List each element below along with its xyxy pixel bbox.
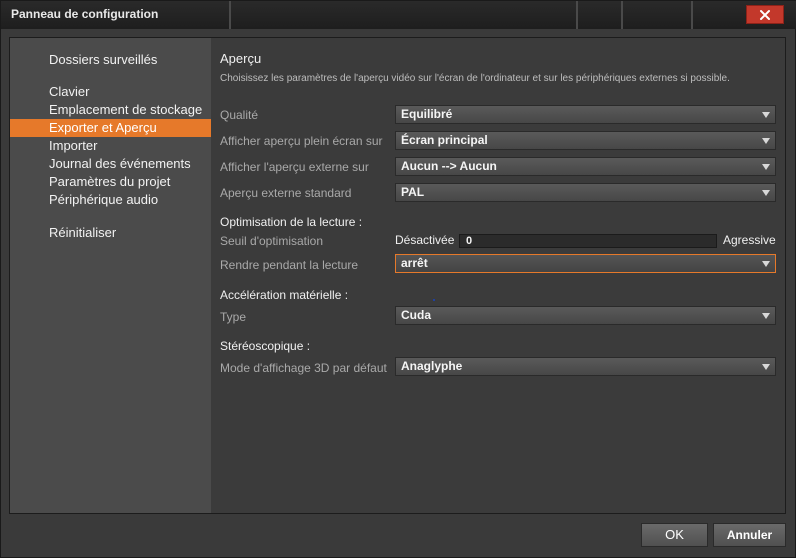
qualite-select[interactable]: Equilibré — [395, 105, 776, 124]
sidebar-item-parametres-projet[interactable]: Paramètres du projet — [10, 173, 211, 191]
type-label: Type — [220, 310, 247, 324]
sidebar: Dossiers surveillés Clavier Emplacement … — [10, 38, 211, 513]
apercu-externe-select[interactable]: Aucun --> Aucun — [395, 157, 776, 176]
title-bar-stripe — [229, 1, 231, 29]
title-bar-stripe — [576, 1, 578, 29]
chevron-down-icon — [762, 112, 770, 118]
plein-ecran-value: Écran principal — [401, 133, 488, 147]
type-select[interactable]: Cuda — [395, 306, 776, 325]
rendre-select[interactable]: arrêt — [395, 254, 776, 273]
cancel-button[interactable]: Annuler — [713, 523, 786, 547]
stray-pixel — [433, 299, 435, 301]
sidebar-item-emplacement[interactable]: Emplacement de stockage — [10, 101, 211, 119]
title-bar[interactable]: Panneau de configuration — [1, 1, 796, 29]
section-title: Aperçu — [220, 51, 262, 66]
chevron-down-icon — [762, 138, 770, 144]
qualite-label: Qualité — [220, 108, 259, 122]
plein-ecran-select[interactable]: Écran principal — [395, 131, 776, 150]
title-bar-stripe — [691, 1, 693, 29]
sidebar-item-dossiers[interactable]: Dossiers surveillés — [10, 51, 211, 69]
chevron-down-icon — [762, 364, 770, 370]
rendre-value: arrêt — [401, 256, 428, 270]
mode-3d-select[interactable]: Anaglyphe — [395, 357, 776, 376]
slider-value: 0 — [466, 235, 473, 247]
qualite-value: Equilibré — [401, 107, 453, 121]
rendre-label: Rendre pendant la lecture — [220, 258, 359, 272]
config-window: Panneau de configuration Dossiers survei… — [0, 0, 796, 558]
sidebar-item-exporter-apercu[interactable]: Exporter et Aperçu — [10, 119, 211, 137]
apercu-externe-value: Aucun --> Aucun — [401, 159, 497, 173]
optimisation-heading: Optimisation de la lecture : — [220, 215, 363, 229]
apercu-externe-label: Afficher l'aperçu externe sur — [220, 160, 369, 174]
chevron-down-icon — [762, 164, 770, 170]
plein-ecran-label: Afficher aperçu plein écran sur — [220, 134, 383, 148]
standard-value: PAL — [401, 185, 425, 199]
seuil-slider[interactable]: 0 — [459, 234, 717, 248]
sidebar-item-peripherique-audio[interactable]: Périphérique audio — [10, 191, 211, 209]
slider-min-label: Désactivée — [395, 233, 455, 247]
chevron-down-icon — [762, 313, 770, 319]
type-value: Cuda — [401, 308, 431, 322]
chevron-down-icon — [762, 261, 770, 267]
seuil-label: Seuil d'optimisation — [220, 234, 324, 248]
window-title: Panneau de configuration — [11, 7, 159, 21]
standard-select[interactable]: PAL — [395, 183, 776, 202]
sidebar-item-importer[interactable]: Importer — [10, 137, 211, 155]
sidebar-item-reinitialiser[interactable]: Réinitialiser — [10, 224, 211, 242]
slider-max-label: Agressive — [723, 233, 776, 247]
sidebar-item-journal[interactable]: Journal des événements — [10, 155, 211, 173]
section-description: Choisissez les paramètres de l'aperçu vi… — [220, 73, 730, 84]
chevron-down-icon — [762, 190, 770, 196]
mode-3d-value: Anaglyphe — [401, 359, 463, 373]
stereo-heading: Stéréoscopique : — [220, 339, 311, 353]
acceleration-heading: Accélération matérielle : — [220, 288, 349, 302]
settings-panel: Aperçu Choisissez les paramètres de l'ap… — [211, 38, 785, 513]
close-button[interactable] — [746, 5, 784, 24]
title-bar-stripe — [621, 1, 623, 29]
close-icon — [760, 9, 770, 20]
standard-label: Aperçu externe standard — [220, 186, 352, 200]
mode-3d-label: Mode d'affichage 3D par défaut — [220, 361, 387, 375]
ok-button[interactable]: OK — [641, 523, 708, 547]
sidebar-item-clavier[interactable]: Clavier — [10, 83, 211, 101]
